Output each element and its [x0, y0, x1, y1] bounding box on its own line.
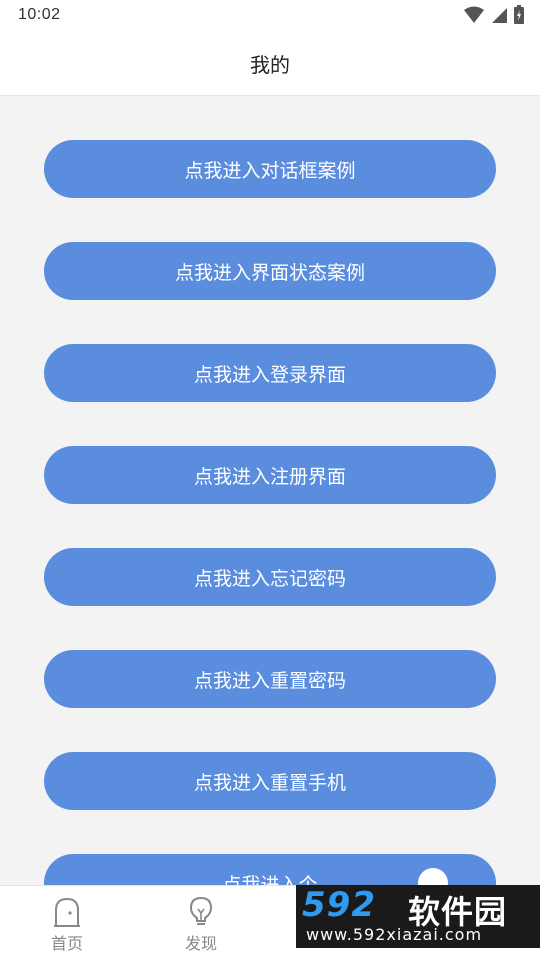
title-bar: 我的: [0, 32, 540, 96]
button-list[interactable]: 点我进入对话框案例 点我进入界面状态案例 点我进入登录界面 点我进入注册界面 点…: [0, 96, 540, 885]
signal-icon: [492, 7, 507, 23]
login-button[interactable]: 点我进入登录界面: [44, 344, 496, 402]
status-icons: [464, 5, 524, 24]
wifi-icon: [464, 6, 484, 23]
status-layout-demo-button[interactable]: 点我进入界面状态案例: [44, 242, 496, 300]
tab-home[interactable]: 首页: [0, 886, 134, 961]
page-title: 我的: [250, 53, 290, 77]
toggle-knob: [418, 868, 448, 885]
battery-icon: [514, 5, 524, 24]
lightbulb-icon: [189, 896, 213, 925]
dialog-demo-button[interactable]: 点我进入对话框案例: [44, 140, 496, 198]
watermark-number: 592: [302, 885, 376, 925]
site-watermark: 592 软件园 www.592xiazai.com: [296, 885, 540, 948]
tab-discover-label: 发现: [184, 934, 217, 953]
status-bar: 10:02: [0, 0, 540, 32]
tab-home-label: 首页: [50, 934, 83, 953]
home-icon: [54, 897, 80, 927]
forgot-password-button[interactable]: 点我进入忘记密码: [44, 548, 496, 606]
status-time: 10:02: [18, 6, 61, 23]
personal-center-button[interactable]: 点我进入个: [44, 854, 496, 885]
reset-password-button[interactable]: 点我进入重置密码: [44, 650, 496, 708]
personal-center-label: 点我进入个: [222, 873, 318, 886]
tab-discover[interactable]: 发现: [134, 886, 268, 961]
reset-phone-button[interactable]: 点我进入重置手机: [44, 752, 496, 810]
watermark-url: www.592xiazai.com: [306, 925, 483, 944]
register-button[interactable]: 点我进入注册界面: [44, 446, 496, 504]
